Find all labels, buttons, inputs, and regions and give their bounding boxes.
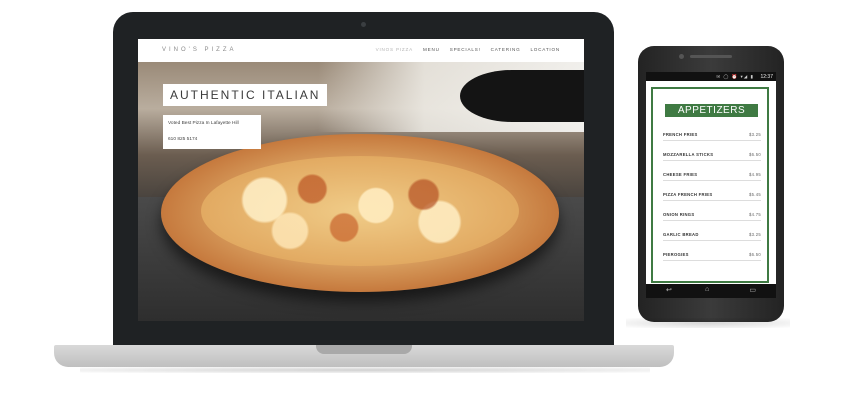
menu-item[interactable]: CHEESE FRIES $4.95 — [663, 172, 761, 181]
status-time: 12:37 — [760, 74, 773, 80]
menu-heading: APPETIZERS — [665, 104, 758, 117]
phone-camera — [679, 54, 684, 59]
menu-item[interactable]: GARLIC BREAD $3.25 — [663, 232, 761, 241]
menu-item-price: $6.50 — [749, 252, 761, 257]
hero-tagline: Voted Best Pizza In Lafayette Hill — [168, 121, 239, 126]
site-menu: VINOS PIZZA MENU SPECIALS! CATERING LOCA… — [376, 47, 560, 52]
laptop-shadow — [80, 367, 650, 373]
hero-section: AUTHENTIC ITALIAN Voted Best Pizza In La… — [138, 62, 584, 321]
menu-item[interactable]: FRENCH FRIES $3.25 — [663, 132, 761, 141]
menu-divider — [663, 200, 761, 201]
menu-item-name: ONION RINGS — [663, 212, 695, 217]
back-icon[interactable]: ↩ — [666, 286, 672, 294]
menu-item[interactable]: ONION RINGS $4.75 — [663, 212, 761, 221]
menu-divider — [663, 160, 761, 161]
hero-info-box: Voted Best Pizza In Lafayette Hill 610 8… — [163, 115, 261, 149]
laptop-lid: AUTHENTIC ITALIAN Voted Best Pizza In La… — [113, 12, 614, 347]
laptop-base — [54, 345, 674, 367]
menu-item-price: $3.25 — [749, 232, 761, 237]
menu-item[interactable]: PIEROGIES $6.50 — [663, 252, 761, 261]
hero-background-pan — [460, 70, 584, 122]
menu-divider — [663, 220, 761, 221]
phone-nav-bar: ↩ ⌂ ▭ — [646, 284, 776, 298]
menu-item-price: $3.25 — [749, 132, 761, 137]
laptop-notch — [316, 345, 412, 354]
hero-phone-number[interactable]: 610 825 5174 — [168, 137, 197, 142]
status-icons: ✉ ◯ ⏰ ▾◢ ▮ — [716, 74, 754, 79]
phone-body: ✉ ◯ ⏰ ▾◢ ▮ 12:37 APPETIZERS FRENCH FRIES… — [638, 46, 784, 322]
laptop-camera — [361, 22, 366, 27]
hero-title: AUTHENTIC ITALIAN — [163, 84, 328, 106]
menu-item-price: $5.45 — [749, 192, 761, 197]
recent-apps-icon[interactable]: ▭ — [749, 286, 756, 294]
menu-frame: APPETIZERS FRENCH FRIES $3.25 MOZZARELLA… — [651, 87, 769, 283]
phone-screen: ✉ ◯ ⏰ ▾◢ ▮ 12:37 APPETIZERS FRENCH FRIES… — [646, 72, 776, 298]
pizza-topping — [201, 156, 519, 266]
menu-divider — [663, 260, 761, 261]
phone-speaker — [690, 55, 732, 58]
menu-divider — [663, 140, 761, 141]
pizza-image — [161, 134, 559, 292]
menu-item[interactable]: PIZZA FRENCH FRIES $5.45 — [663, 192, 761, 201]
menu-divider — [663, 240, 761, 241]
menu-item-name: PIEROGIES — [663, 252, 689, 257]
menu-item-price: $4.95 — [749, 172, 761, 177]
menu-item-name: GARLIC BREAD — [663, 232, 699, 237]
phone-shadow — [626, 318, 790, 328]
laptop-screen: AUTHENTIC ITALIAN Voted Best Pizza In La… — [138, 39, 584, 321]
menu-item-price: $6.50 — [749, 152, 761, 157]
nav-link-location[interactable]: LOCATION — [530, 47, 560, 52]
nav-link-specials[interactable]: SPECIALS! — [450, 47, 481, 52]
phone-status-bar: ✉ ◯ ⏰ ▾◢ ▮ 12:37 — [646, 72, 776, 81]
site-logo[interactable]: VINO'S PIZZA — [162, 47, 236, 53]
menu-item[interactable]: MOZZARELLA STICKS $6.50 — [663, 152, 761, 161]
home-icon[interactable]: ⌂ — [705, 286, 709, 293]
menu-divider — [663, 180, 761, 181]
nav-link-home[interactable]: VINOS PIZZA — [376, 47, 413, 52]
menu-item-name: MOZZARELLA STICKS — [663, 152, 714, 157]
nav-link-catering[interactable]: CATERING — [491, 47, 521, 52]
site-navbar: VINO'S PIZZA VINOS PIZZA MENU SPECIALS! … — [138, 39, 584, 62]
nav-link-menu[interactable]: MENU — [423, 47, 440, 52]
menu-item-price: $4.75 — [749, 212, 761, 217]
menu-item-name: FRENCH FRIES — [663, 132, 698, 137]
menu-item-name: PIZZA FRENCH FRIES — [663, 192, 713, 197]
menu-item-name: CHEESE FRIES — [663, 172, 698, 177]
